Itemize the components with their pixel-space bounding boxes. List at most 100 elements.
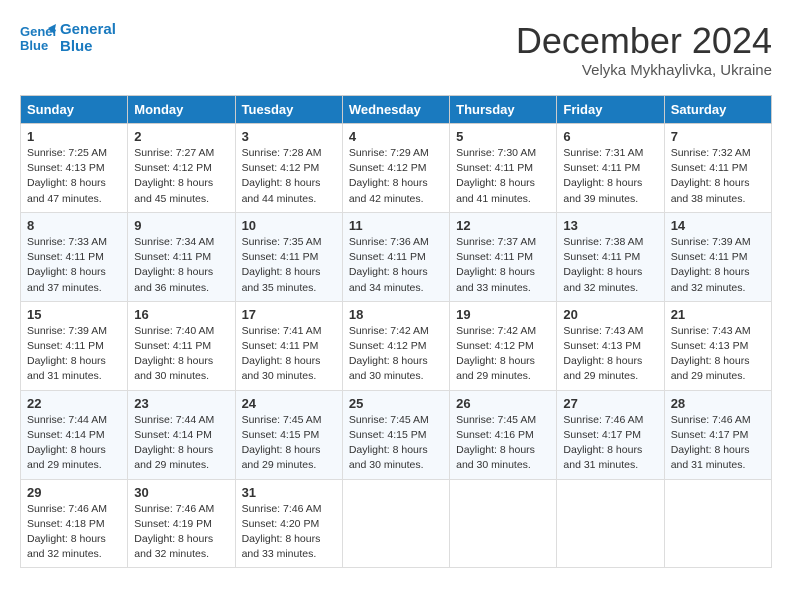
calendar-cell: 28 Sunrise: 7:46 AM Sunset: 4:17 PM Dayl…	[664, 390, 771, 479]
sunrise: Sunrise: 7:32 AM	[671, 147, 751, 159]
calendar-cell: 5 Sunrise: 7:30 AM Sunset: 4:11 PM Dayli…	[450, 124, 557, 213]
day-info: Sunrise: 7:41 AM Sunset: 4:11 PM Dayligh…	[242, 324, 336, 385]
calendar-cell: 7 Sunrise: 7:32 AM Sunset: 4:11 PM Dayli…	[664, 124, 771, 213]
day-info: Sunrise: 7:25 AM Sunset: 4:13 PM Dayligh…	[27, 146, 121, 207]
day-info: Sunrise: 7:46 AM Sunset: 4:20 PM Dayligh…	[242, 502, 336, 563]
calendar-week-row: 1 Sunrise: 7:25 AM Sunset: 4:13 PM Dayli…	[21, 124, 772, 213]
calendar-cell: 11 Sunrise: 7:36 AM Sunset: 4:11 PM Dayl…	[342, 212, 449, 301]
sunrise: Sunrise: 7:46 AM	[242, 503, 322, 515]
day-info: Sunrise: 7:46 AM Sunset: 4:17 PM Dayligh…	[563, 413, 657, 474]
calendar-cell: 9 Sunrise: 7:34 AM Sunset: 4:11 PM Dayli…	[128, 212, 235, 301]
sunrise: Sunrise: 7:34 AM	[134, 236, 214, 248]
svg-text:General: General	[20, 24, 56, 39]
daylight: Daylight: 8 hours and 30 minutes.	[349, 444, 428, 471]
page-header: General Blue GeneralBlue December 2024 V…	[20, 20, 772, 79]
calendar-cell: 31 Sunrise: 7:46 AM Sunset: 4:20 PM Dayl…	[235, 479, 342, 568]
day-info: Sunrise: 7:45 AM Sunset: 4:16 PM Dayligh…	[456, 413, 550, 474]
calendar-cell: 16 Sunrise: 7:40 AM Sunset: 4:11 PM Dayl…	[128, 301, 235, 390]
calendar-cell	[450, 479, 557, 568]
day-number: 4	[349, 129, 443, 144]
day-number: 7	[671, 129, 765, 144]
sunrise: Sunrise: 7:39 AM	[671, 236, 751, 248]
logo-text: GeneralBlue	[60, 21, 116, 55]
daylight: Daylight: 8 hours and 38 minutes.	[671, 177, 750, 204]
sunrise: Sunrise: 7:46 AM	[671, 414, 751, 426]
day-info: Sunrise: 7:43 AM Sunset: 4:13 PM Dayligh…	[671, 324, 765, 385]
daylight: Daylight: 8 hours and 42 minutes.	[349, 177, 428, 204]
sunset: Sunset: 4:11 PM	[671, 162, 748, 174]
sunrise: Sunrise: 7:25 AM	[27, 147, 107, 159]
day-number: 13	[563, 218, 657, 233]
day-number: 1	[27, 129, 121, 144]
day-number: 16	[134, 307, 228, 322]
calendar-cell: 14 Sunrise: 7:39 AM Sunset: 4:11 PM Dayl…	[664, 212, 771, 301]
day-number: 26	[456, 396, 550, 411]
daylight: Daylight: 8 hours and 31 minutes.	[27, 355, 106, 382]
day-info: Sunrise: 7:44 AM Sunset: 4:14 PM Dayligh…	[27, 413, 121, 474]
sunrise: Sunrise: 7:31 AM	[563, 147, 643, 159]
day-info: Sunrise: 7:34 AM Sunset: 4:11 PM Dayligh…	[134, 235, 228, 296]
sunrise: Sunrise: 7:46 AM	[27, 503, 107, 515]
sunset: Sunset: 4:17 PM	[671, 429, 749, 441]
calendar-cell: 22 Sunrise: 7:44 AM Sunset: 4:14 PM Dayl…	[21, 390, 128, 479]
sunset: Sunset: 4:12 PM	[456, 340, 534, 352]
day-number: 8	[27, 218, 121, 233]
daylight: Daylight: 8 hours and 32 minutes.	[671, 266, 750, 293]
daylight: Daylight: 8 hours and 32 minutes.	[563, 266, 642, 293]
day-number: 24	[242, 396, 336, 411]
day-number: 15	[27, 307, 121, 322]
calendar-cell: 23 Sunrise: 7:44 AM Sunset: 4:14 PM Dayl…	[128, 390, 235, 479]
day-info: Sunrise: 7:39 AM Sunset: 4:11 PM Dayligh…	[671, 235, 765, 296]
calendar-cell: 10 Sunrise: 7:35 AM Sunset: 4:11 PM Dayl…	[235, 212, 342, 301]
sunrise: Sunrise: 7:33 AM	[27, 236, 107, 248]
day-number: 6	[563, 129, 657, 144]
sunset: Sunset: 4:11 PM	[563, 251, 640, 263]
day-info: Sunrise: 7:32 AM Sunset: 4:11 PM Dayligh…	[671, 146, 765, 207]
day-number: 10	[242, 218, 336, 233]
sunset: Sunset: 4:11 PM	[134, 251, 211, 263]
day-number: 27	[563, 396, 657, 411]
calendar-cell: 15 Sunrise: 7:39 AM Sunset: 4:11 PM Dayl…	[21, 301, 128, 390]
day-info: Sunrise: 7:31 AM Sunset: 4:11 PM Dayligh…	[563, 146, 657, 207]
sunset: Sunset: 4:11 PM	[242, 251, 319, 263]
day-number: 20	[563, 307, 657, 322]
day-info: Sunrise: 7:46 AM Sunset: 4:17 PM Dayligh…	[671, 413, 765, 474]
sunset: Sunset: 4:14 PM	[27, 429, 105, 441]
calendar-cell: 6 Sunrise: 7:31 AM Sunset: 4:11 PM Dayli…	[557, 124, 664, 213]
daylight: Daylight: 8 hours and 31 minutes.	[563, 444, 642, 471]
calendar-week-row: 22 Sunrise: 7:44 AM Sunset: 4:14 PM Dayl…	[21, 390, 772, 479]
day-number: 12	[456, 218, 550, 233]
calendar-week-row: 29 Sunrise: 7:46 AM Sunset: 4:18 PM Dayl…	[21, 479, 772, 568]
day-number: 11	[349, 218, 443, 233]
daylight: Daylight: 8 hours and 30 minutes.	[349, 355, 428, 382]
sunrise: Sunrise: 7:42 AM	[456, 325, 536, 337]
day-info: Sunrise: 7:30 AM Sunset: 4:11 PM Dayligh…	[456, 146, 550, 207]
sunrise: Sunrise: 7:46 AM	[563, 414, 643, 426]
logo: General Blue GeneralBlue	[20, 20, 116, 56]
sunset: Sunset: 4:15 PM	[349, 429, 427, 441]
daylight: Daylight: 8 hours and 39 minutes.	[563, 177, 642, 204]
day-number: 21	[671, 307, 765, 322]
day-info: Sunrise: 7:42 AM Sunset: 4:12 PM Dayligh…	[349, 324, 443, 385]
calendar-cell: 29 Sunrise: 7:46 AM Sunset: 4:18 PM Dayl…	[21, 479, 128, 568]
daylight: Daylight: 8 hours and 33 minutes.	[242, 533, 321, 560]
day-info: Sunrise: 7:33 AM Sunset: 4:11 PM Dayligh…	[27, 235, 121, 296]
day-info: Sunrise: 7:35 AM Sunset: 4:11 PM Dayligh…	[242, 235, 336, 296]
sunset: Sunset: 4:11 PM	[134, 340, 211, 352]
title-block: December 2024 Velyka Mykhaylivka, Ukrain…	[516, 20, 772, 79]
day-number: 5	[456, 129, 550, 144]
svg-text:Blue: Blue	[20, 38, 48, 53]
daylight: Daylight: 8 hours and 31 minutes.	[671, 444, 750, 471]
col-header-saturday: Saturday	[664, 96, 771, 124]
daylight: Daylight: 8 hours and 30 minutes.	[242, 355, 321, 382]
sunset: Sunset: 4:11 PM	[456, 251, 533, 263]
day-info: Sunrise: 7:27 AM Sunset: 4:12 PM Dayligh…	[134, 146, 228, 207]
col-header-thursday: Thursday	[450, 96, 557, 124]
day-info: Sunrise: 7:37 AM Sunset: 4:11 PM Dayligh…	[456, 235, 550, 296]
day-info: Sunrise: 7:43 AM Sunset: 4:13 PM Dayligh…	[563, 324, 657, 385]
calendar-cell	[342, 479, 449, 568]
day-number: 19	[456, 307, 550, 322]
sunset: Sunset: 4:13 PM	[563, 340, 641, 352]
daylight: Daylight: 8 hours and 32 minutes.	[27, 533, 106, 560]
calendar-cell	[557, 479, 664, 568]
